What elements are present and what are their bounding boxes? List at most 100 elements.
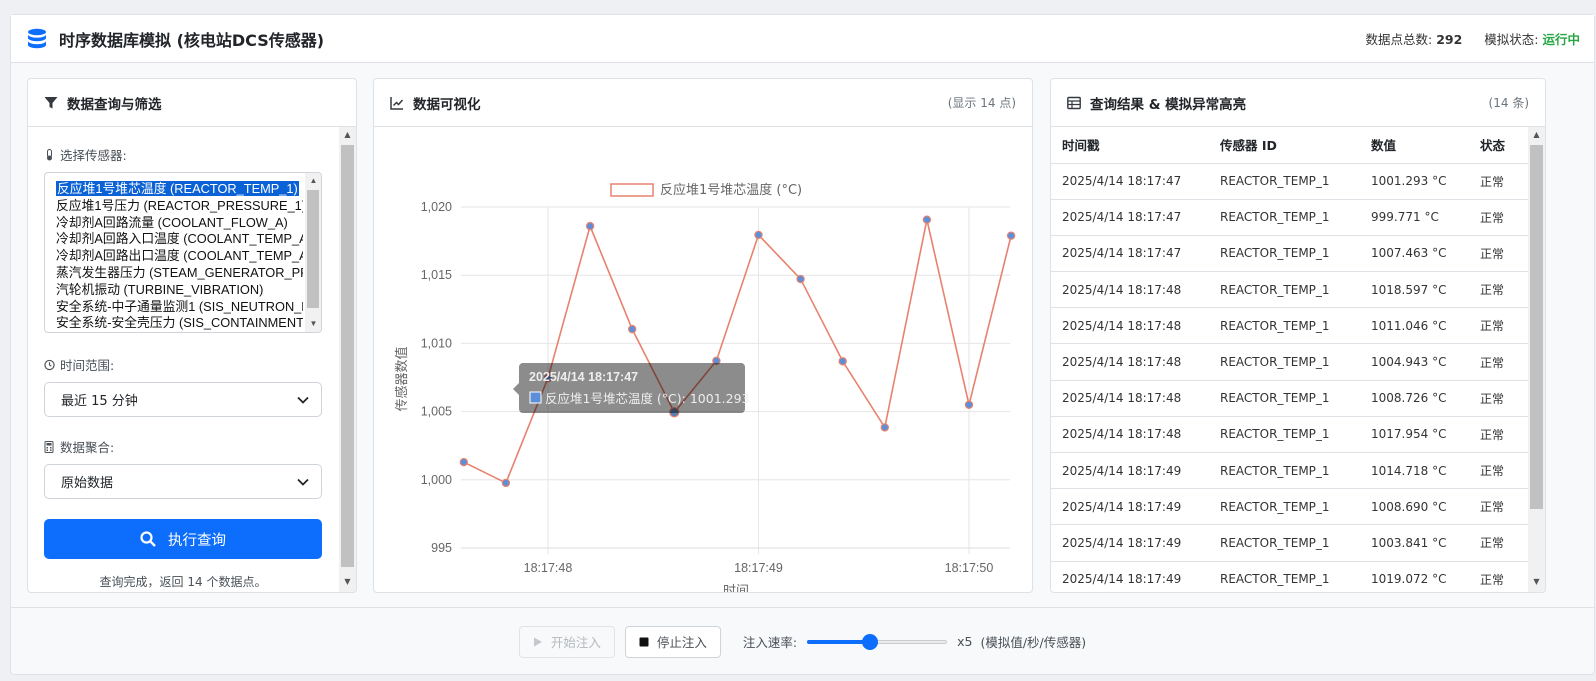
scroll-up-icon[interactable]: ▲ [305, 173, 321, 189]
table-row[interactable]: 2025/4/14 18:17:49 REACTOR_TEMP_1 1019.072… [1051, 561, 1529, 592]
sensor-option[interactable]: 冷却剂A回路入口温度 (COOLANT_TEMP_A [56, 231, 303, 248]
cell-value: 1018.597 °C [1360, 271, 1469, 309]
sensor-option[interactable]: 冷却剂A回路出口温度 (COOLANT_TEMP_A [56, 248, 303, 265]
sim-status: 模拟状态: 运行中 [1484, 29, 1580, 48]
scroll-down-icon[interactable]: ▼ [1528, 574, 1545, 590]
query-panel-body[interactable]: 选择传感器: 反应堆1号堆芯温度 (REACTOR_TEMP_1) 反应堆1号压力… [28, 127, 356, 592]
cell-value: 999.771 °C [1360, 199, 1469, 236]
scroll-up-icon[interactable]: ▲ [339, 127, 356, 143]
table-row[interactable]: 2025/4/14 18:17:47 REACTOR_TEMP_1 999.771 … [1051, 199, 1529, 236]
cell-value: 1007.463 °C [1360, 235, 1469, 273]
sensor-option[interactable]: 汽轮机振动 (TURBINE_VIBRATION) [56, 282, 303, 299]
legend-swatch [610, 183, 654, 197]
table-row[interactable]: 2025/4/14 18:17:49 REACTOR_TEMP_1 1008.690… [1051, 488, 1529, 526]
aggregation-select[interactable]: 原始数据 [44, 464, 322, 499]
sim-status-value: 运行中 [1542, 32, 1580, 47]
injection-rate-slider[interactable] [807, 633, 948, 650]
query-form: 选择传感器: 反应堆1号堆芯温度 (REACTOR_TEMP_1) 反应堆1号压力… [44, 145, 322, 590]
table-row[interactable]: 2025/4/14 18:17:47 REACTOR_TEMP_1 1007.463… [1051, 235, 1529, 273]
cell-sensor-id: REACTOR_TEMP_1 [1209, 488, 1360, 526]
stop-injection-button[interactable]: 停止注入 [624, 625, 721, 658]
cell-value: 1017.954 °C [1360, 416, 1469, 454]
sensor-option-label: 反应堆1号压力 (REACTOR_PRESSURE_1) [56, 197, 303, 213]
cell-status: 正常 [1469, 524, 1529, 562]
sensor-label: 选择传感器: [44, 145, 322, 164]
column-header-value[interactable]: 数值 [1360, 127, 1469, 164]
table-row[interactable]: 2025/4/14 18:17:48 REACTOR_TEMP_1 1017.954… [1051, 416, 1529, 454]
table-row[interactable]: 2025/4/14 18:17:48 REACTOR_TEMP_1 1011.046… [1051, 307, 1529, 345]
results-panel: 查询结果 & 模拟异常高亮 (14 条) 时间戳 传感器 ID 数值 状态 20… [1050, 78, 1546, 593]
run-query-button[interactable]: 执行查询 [44, 519, 322, 559]
sensor-list-scroll-thumb[interactable] [307, 190, 319, 308]
table-row[interactable]: 2025/4/14 18:17:48 REACTOR_TEMP_1 1008.726… [1051, 380, 1529, 417]
sensor-option[interactable]: 安全系统-中子通量监测1 (SIS_NEUTRON_F [56, 299, 303, 316]
run-query-label: 执行查询 [168, 532, 226, 549]
sensor-list-scrollbar[interactable]: ▲ ▼ [305, 173, 321, 332]
time-range-select[interactable]: 最近 15 分钟 [44, 382, 322, 417]
sensor-option[interactable]: 安全系统-安全壳压力 (SIS_CONTAINMENT_ [56, 315, 303, 332]
cell-sensor-id: REACTOR_TEMP_1 [1209, 561, 1360, 592]
cell-sensor-id: REACTOR_TEMP_1 [1209, 343, 1360, 381]
column-header-status[interactable]: 状态 [1469, 127, 1529, 164]
query-panel-scrollbar[interactable]: ▲ ▼ [339, 127, 356, 592]
sensor-listbox[interactable]: 反应堆1号堆芯温度 (REACTOR_TEMP_1) 反应堆1号压力 (REACT… [44, 172, 322, 333]
results-table: 时间戳 传感器 ID 数值 状态 2025/4/14 18:17:47 REACT… [1051, 127, 1529, 592]
scroll-down-icon[interactable]: ▼ [305, 316, 321, 332]
table-row[interactable]: 2025/4/14 18:17:48 REACTOR_TEMP_1 1004.943… [1051, 343, 1529, 381]
query-panel-title: 数据查询与筛选 [67, 96, 162, 113]
column-header-sensor-id[interactable]: 传感器 ID [1209, 127, 1360, 164]
cell-sensor-id: REACTOR_TEMP_1 [1209, 307, 1360, 345]
sensor-option[interactable]: 冷却剂A回路流量 (COOLANT_FLOW_A) [56, 215, 303, 232]
cell-value: 1019.072 °C [1360, 561, 1469, 592]
x-tick-label: 18:17:48 [524, 561, 573, 575]
cell-sensor-id: REACTOR_TEMP_1 [1209, 380, 1360, 417]
data-point [501, 478, 511, 488]
calculator-icon [44, 440, 54, 453]
total-points-label: 数据点总数: [1365, 32, 1433, 47]
results-scrollbar[interactable]: ▲ ▼ [1528, 127, 1545, 592]
column-header-timestamp[interactable]: 时间戳 [1051, 127, 1209, 164]
visualization-point-count: (显示 14 点) [947, 96, 1016, 110]
sensor-option[interactable]: 蒸汽发生器压力 (STEAM_GENERATOR_PF [56, 265, 303, 282]
results-table-body: 2025/4/14 18:17:47 REACTOR_TEMP_1 1001.293… [1051, 163, 1529, 592]
sensor-option-label: 蒸汽发生器压力 (STEAM_GENERATOR_PF [56, 264, 303, 280]
query-panel-scroll-thumb[interactable] [341, 145, 354, 567]
y-axis-title: 传感器数值 [394, 346, 410, 411]
cell-status: 正常 [1469, 343, 1529, 381]
app-window: 时序数据库模拟 (核电站DCS传感器) 数据点总数: 292 模拟状态: 运行中… [10, 14, 1595, 675]
cell-timestamp: 2025/4/14 18:17:48 [1051, 271, 1209, 309]
cell-timestamp: 2025/4/14 18:17:48 [1051, 416, 1209, 454]
sensor-option[interactable]: 反应堆1号堆芯温度 (REACTOR_TEMP_1) [56, 181, 303, 198]
y-tick-label: 1,015 [421, 268, 452, 282]
sensor-option-label: 冷却剂A回路入口温度 (COOLANT_TEMP_A [56, 231, 303, 247]
slider-fill [807, 639, 871, 644]
cell-value: 1001.293 °C [1360, 163, 1469, 200]
scroll-up-icon[interactable]: ▲ [1528, 127, 1545, 143]
series-line [463, 219, 1012, 485]
results-scroll-thumb[interactable] [1530, 145, 1543, 509]
table-header-row: 时间戳 传感器 ID 数值 状态 [1051, 127, 1529, 164]
aggregation-value: 原始数据 [61, 476, 114, 491]
y-tick-label: 995 [431, 541, 452, 555]
sensor-option-label: 冷却剂A回路出口温度 (COOLANT_TEMP_A [56, 248, 303, 264]
aggregation-label: 数据聚合: [44, 437, 322, 456]
thermometer-icon [47, 148, 52, 160]
cell-timestamp: 2025/4/14 18:17:47 [1051, 199, 1209, 236]
table-row[interactable]: 2025/4/14 18:17:48 REACTOR_TEMP_1 1018.597… [1051, 271, 1529, 309]
data-point [754, 230, 763, 240]
total-points-value: 292 [1436, 32, 1463, 47]
injection-rate-label: 注入速率: [742, 635, 798, 650]
slider-knob[interactable] [862, 633, 879, 650]
table-row[interactable]: 2025/4/14 18:17:49 REACTOR_TEMP_1 1014.718… [1051, 452, 1529, 490]
start-injection-button[interactable]: 开始注入 [518, 625, 615, 658]
cell-value: 1011.046 °C [1360, 307, 1469, 345]
time-range-label: 时间范围: [44, 355, 322, 374]
sim-status-label: 模拟状态: [1484, 32, 1539, 47]
cell-status: 正常 [1469, 561, 1529, 592]
sensor-option[interactable]: 反应堆1号压力 (REACTOR_PRESSURE_1) [56, 198, 303, 215]
results-table-container[interactable]: 时间戳 传感器 ID 数值 状态 2025/4/14 18:17:47 REACT… [1051, 127, 1545, 592]
table-row[interactable]: 2025/4/14 18:17:49 REACTOR_TEMP_1 1003.841… [1051, 524, 1529, 562]
scroll-down-icon[interactable]: ▼ [339, 574, 356, 590]
table-row[interactable]: 2025/4/14 18:17:47 REACTOR_TEMP_1 1001.293… [1051, 163, 1529, 200]
sensor-line-chart[interactable]: 995 1,000 1,005 1,010 1,015 1,020 18:17:48 18:1… [374, 127, 1032, 593]
